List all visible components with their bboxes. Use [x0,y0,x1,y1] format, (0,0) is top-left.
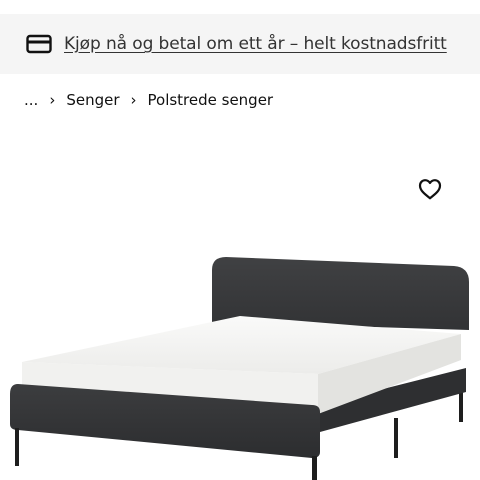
bed-leg [312,456,317,480]
breadcrumb-ellipsis[interactable]: ... [24,91,38,109]
credit-card-icon [26,34,52,54]
product-image [10,257,469,480]
breadcrumb-item-polstrede-senger[interactable]: Polstrede senger [148,91,274,109]
breadcrumb-item-senger[interactable]: Senger [66,91,119,109]
breadcrumb: ... › Senger › Polstrede senger [24,88,273,112]
bed-leg [394,418,398,458]
chevron-right-icon: › [130,91,137,109]
promo-link[interactable]: Kjøp nå og betal om ett år – helt kostna… [64,34,447,54]
favorite-button[interactable] [417,176,443,202]
bed-leg [15,428,19,466]
heart-icon [418,179,442,200]
chevron-right-icon: › [49,91,56,109]
promo-banner[interactable]: Kjøp nå og betal om ett år – helt kostna… [0,14,480,74]
